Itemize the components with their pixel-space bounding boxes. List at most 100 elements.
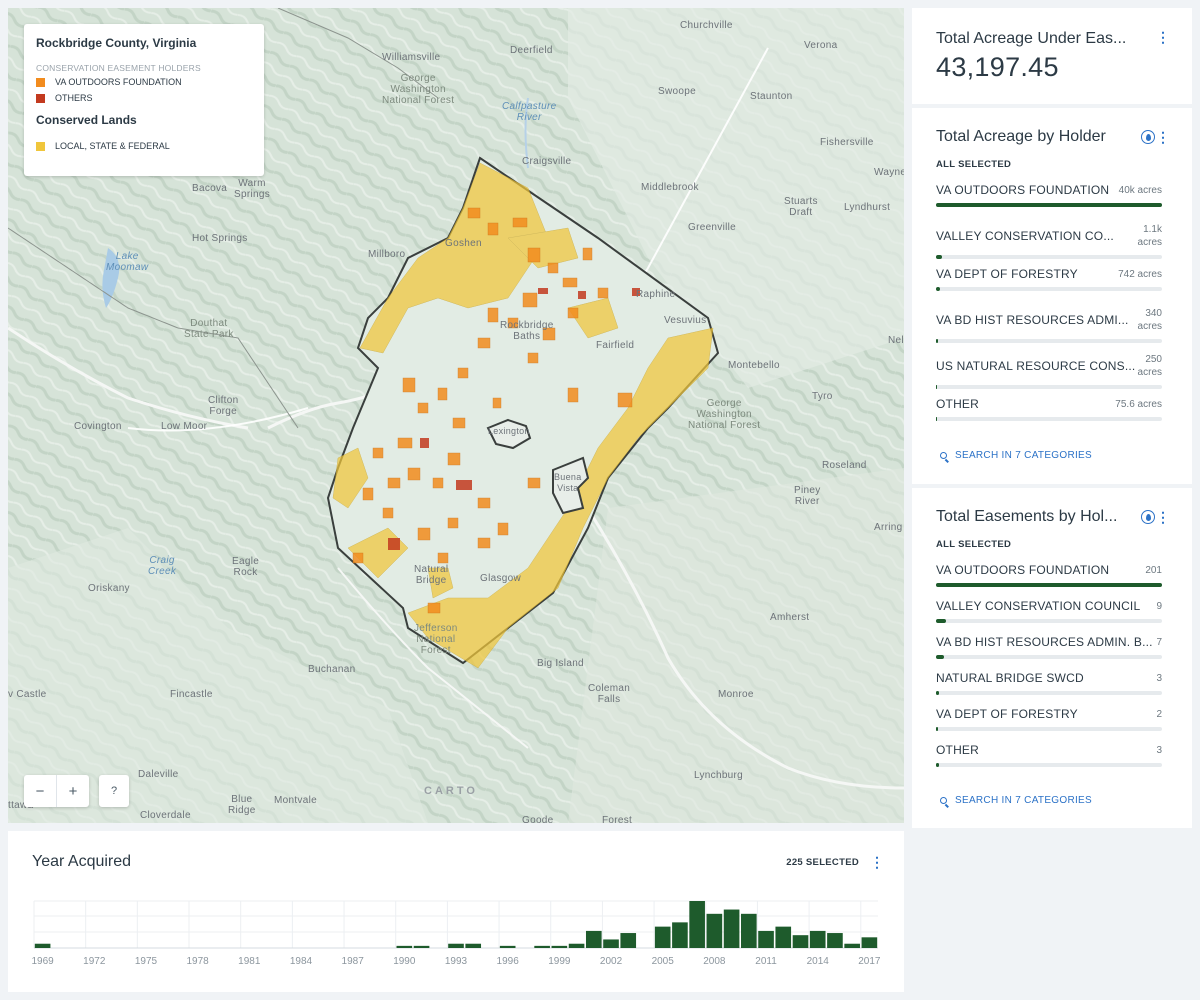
map-label: Raphine	[636, 289, 676, 300]
map-label: Natural Bridge	[414, 564, 449, 586]
legend-title: Rockbridge County, Virginia	[36, 36, 197, 50]
category-bar-fill	[936, 763, 940, 767]
more-options-icon[interactable]: ⋮	[1156, 30, 1170, 44]
map-label: Bacova	[192, 183, 228, 194]
category-bar-track	[936, 385, 1162, 389]
category-item[interactable]: VA OUTDOORS FOUNDATION 40k acres	[936, 183, 1162, 207]
histogram-bar[interactable]	[534, 945, 550, 948]
histogram-bar[interactable]	[499, 945, 516, 948]
histogram-bar[interactable]	[448, 943, 464, 948]
more-options-icon[interactable]: ⋮	[1156, 510, 1170, 524]
histogram-bar[interactable]	[827, 933, 843, 948]
histogram-bar[interactable]	[723, 909, 740, 948]
zoom-out-button[interactable]: −	[24, 775, 56, 807]
category-name: VA BD HIST RESOURCES ADMI...	[936, 313, 1129, 327]
category-name: OTHER	[936, 397, 979, 411]
category-item[interactable]: VALLEY CONSERVATION CO... 1.1k acres	[936, 223, 1162, 259]
category-name: US NATURAL RESOURCE CONS...	[936, 359, 1136, 373]
map-label: Coleman Falls	[588, 683, 631, 705]
histogram-bar[interactable]	[465, 943, 482, 948]
category-name: OTHER	[936, 743, 979, 757]
widget-title: Total Acreage Under Eas...	[936, 30, 1127, 47]
histogram-bar[interactable]	[396, 945, 413, 948]
category-bar-track	[936, 727, 1162, 731]
histogram-chart[interactable]: 1969 1972 1975 1978 1981 1984 1987 1990 1993 1996…	[8, 831, 904, 992]
zoom-controls: − + ?	[24, 775, 129, 807]
more-options-icon[interactable]: ⋮	[1156, 130, 1170, 144]
histogram-bar[interactable]	[792, 935, 809, 948]
histogram-bar[interactable]	[844, 943, 860, 948]
category-item[interactable]: VA BD HIST RESOURCES ADMIN. B... 7	[936, 635, 1162, 659]
x-tick-label: 1969	[31, 956, 54, 967]
map-label: Amherst	[770, 612, 810, 623]
x-tick-label: 1996	[497, 956, 520, 967]
search-icon	[940, 797, 947, 804]
category-value: 75.6 acres	[1115, 399, 1162, 410]
category-value: 742 acres	[1118, 269, 1162, 280]
histogram-bar[interactable]	[413, 945, 430, 948]
acreage-by-holder-widget: ⋮ Total Acreage by Holder ALL SELECTED V…	[912, 108, 1192, 484]
histogram-bar[interactable]	[741, 913, 757, 948]
map-label: George Washington National Forest	[382, 73, 455, 106]
histogram-bar[interactable]	[654, 926, 671, 948]
map-label: Jefferson National Forest	[414, 623, 458, 656]
map-label: Rockbridge Baths	[500, 320, 554, 342]
histogram-bar[interactable]	[706, 913, 723, 948]
histogram-bar[interactable]	[585, 930, 602, 948]
map-legend: Rockbridge County, Virginia CONSERVATION…	[24, 24, 264, 176]
zoom-in-button[interactable]: +	[56, 775, 89, 807]
map-label: Lake Moomaw	[106, 251, 149, 273]
legend-swatch	[36, 77, 45, 87]
search-label: SEARCH IN 7 CATEGORIES	[955, 450, 1092, 461]
map-label: Vesuvius	[664, 315, 707, 326]
histogram-bar[interactable]	[620, 933, 637, 948]
category-item[interactable]: VALLEY CONSERVATION COUNCIL 9	[936, 599, 1162, 623]
category-bar-fill	[936, 417, 938, 421]
category-bar-track	[936, 287, 1162, 291]
map-label: Low Moor	[161, 421, 208, 432]
histogram-bar[interactable]	[775, 926, 792, 948]
map-label: Clifton Forge	[208, 395, 239, 417]
category-item[interactable]: OTHER 3	[936, 743, 1162, 767]
category-row: NATURAL BRIDGE SWCD 3	[936, 671, 1162, 685]
map-label: Williamsville	[382, 52, 441, 63]
histogram-bar[interactable]	[568, 943, 585, 948]
x-tick-label: 1987	[342, 956, 365, 967]
color-drop-icon[interactable]	[1141, 130, 1155, 144]
category-item[interactable]: US NATURAL RESOURCE CONS... 250 acres	[936, 353, 1162, 389]
histogram-bar[interactable]	[861, 937, 878, 948]
map-label: Staunton	[750, 91, 793, 102]
category-bar-track	[936, 619, 1162, 623]
map-label: Lyndhurst	[844, 202, 891, 213]
map[interactable]: Churchville Verona Williamsville Deerfie…	[8, 8, 904, 823]
category-value: 201	[1145, 565, 1162, 576]
histogram-bar[interactable]	[34, 943, 51, 948]
legend-item: LOCAL, STATE & FEDERAL	[36, 141, 252, 151]
search-categories-link[interactable]: SEARCH IN 7 CATEGORIES	[940, 795, 1092, 806]
category-item[interactable]: NATURAL BRIDGE SWCD 3	[936, 671, 1162, 695]
category-item[interactable]: VA DEPT OF FORESTRY 742 acres	[936, 267, 1162, 291]
category-item[interactable]: OTHER 75.6 acres	[936, 397, 1162, 421]
map-label: Glasgow	[480, 573, 522, 584]
search-categories-link[interactable]: SEARCH IN 7 CATEGORIES	[940, 450, 1092, 461]
all-selected-label: ALL SELECTED	[936, 539, 1012, 550]
histogram-bar[interactable]	[809, 930, 826, 948]
histogram-bar[interactable]	[603, 939, 619, 948]
category-value: 2	[1156, 709, 1162, 720]
x-tick-label: 2008	[703, 956, 726, 967]
histogram-bar[interactable]	[551, 945, 568, 948]
x-tick-label: 2014	[807, 956, 830, 967]
map-label: Daleville	[138, 769, 179, 780]
category-item[interactable]: VA BD HIST RESOURCES ADMI... 340 acres	[936, 307, 1162, 343]
map-label: Hot Springs	[192, 233, 248, 244]
category-item[interactable]: VA DEPT OF FORESTRY 2	[936, 707, 1162, 731]
histogram-bar[interactable]	[758, 930, 774, 948]
category-row: VALLEY CONSERVATION CO... 1.1k acres	[936, 223, 1162, 249]
carto-attribution[interactable]: CARTO	[424, 785, 478, 797]
color-drop-icon[interactable]	[1141, 510, 1155, 524]
histogram-bar[interactable]	[689, 901, 705, 948]
histogram-bar[interactable]	[672, 922, 688, 948]
help-button[interactable]: ?	[99, 775, 129, 807]
category-bar-track	[936, 583, 1162, 587]
category-item[interactable]: VA OUTDOORS FOUNDATION 201	[936, 563, 1162, 587]
